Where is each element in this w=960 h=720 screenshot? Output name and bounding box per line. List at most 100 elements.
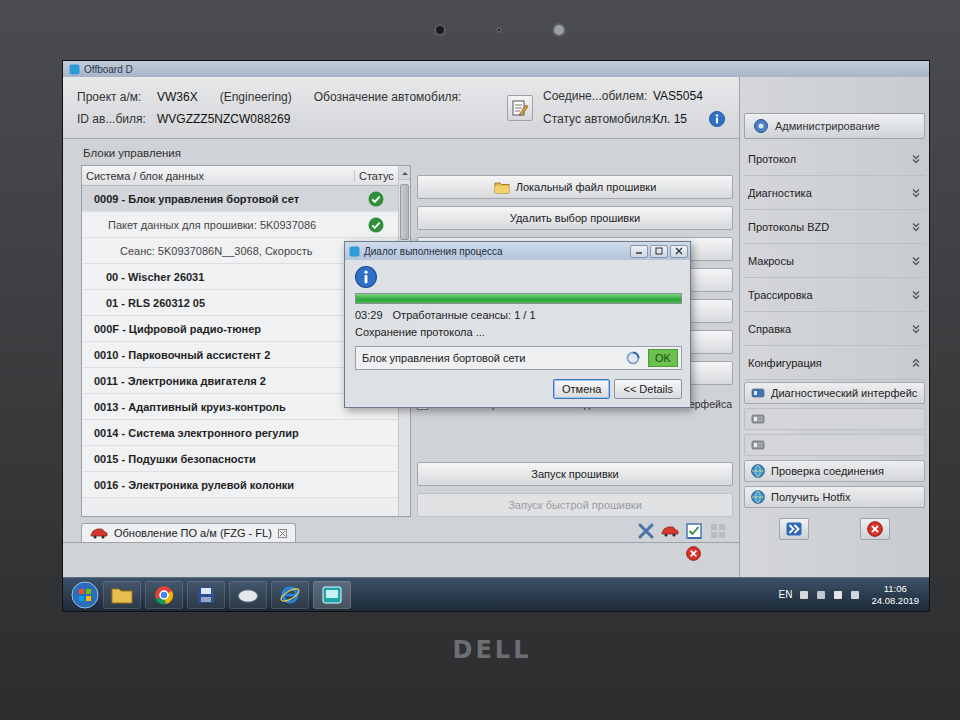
sidebar-item[interactable]: Диагностика bbox=[744, 176, 925, 210]
sidebar-item[interactable]: Справка bbox=[744, 312, 925, 346]
progress-dialog: Диалог выполнения процесса03:29Отработан… bbox=[344, 241, 691, 408]
config-button[interactable]: Проверка соединения bbox=[744, 460, 925, 482]
sidebar-item-label: Трассировка bbox=[748, 289, 813, 301]
ok-check-icon bbox=[368, 191, 384, 207]
info-icon bbox=[355, 266, 377, 288]
next-button[interactable] bbox=[779, 518, 809, 540]
minimize-button[interactable] bbox=[630, 245, 648, 258]
workspace-tab[interactable]: Обновление ПО а/м (FZG - FL) bbox=[81, 523, 296, 542]
panel-title: Блоки управления bbox=[81, 145, 411, 165]
chrome-icon bbox=[154, 585, 174, 605]
laptop-photo: Offboard D Проект а/м:VW36X(Engineering)О… bbox=[0, 0, 960, 720]
column-header[interactable]: Статус bbox=[354, 170, 398, 182]
battery-icon bbox=[833, 590, 843, 600]
launch-button[interactable]: Запуск быстрой прошивки bbox=[417, 493, 733, 517]
taskbar-app[interactable] bbox=[313, 581, 351, 609]
language-indicator[interactable]: EN bbox=[779, 589, 793, 600]
progress-status: Сохранение протокола ... bbox=[355, 326, 682, 338]
process-label: Блок управления бортовой сети bbox=[362, 352, 618, 364]
red-close-icon bbox=[686, 546, 701, 561]
admin-button[interactable]: Администрирование bbox=[744, 113, 925, 139]
busy-spinner-icon bbox=[626, 351, 640, 365]
action-button[interactable]: Локальный файл прошивки bbox=[417, 175, 733, 199]
car-icon bbox=[661, 525, 679, 537]
ok-check-icon bbox=[368, 217, 384, 233]
row-status bbox=[354, 217, 398, 233]
row-label: 01 - RLS 260312 05 bbox=[82, 297, 354, 309]
volume-icon bbox=[850, 590, 860, 600]
cancel-button[interactable] bbox=[860, 518, 890, 540]
close-button[interactable] bbox=[670, 245, 688, 258]
project-line: VW36X(Engineering)Обозначение автомобиля… bbox=[157, 90, 497, 104]
table-row[interactable]: 0014 - Система электронного регулир bbox=[82, 420, 398, 446]
spacer bbox=[417, 417, 733, 455]
sidebar-item[interactable]: Протоколы BZD bbox=[744, 210, 925, 244]
sidebar-item[interactable]: Протокол bbox=[744, 142, 925, 176]
launch-button[interactable]: Запуск прошивки bbox=[417, 462, 733, 486]
bottom-bezel: DELL bbox=[0, 612, 960, 720]
scroll-thumb[interactable] bbox=[400, 184, 409, 240]
clock-time: 11:06 bbox=[884, 583, 907, 595]
table-row[interactable]: 0016 - Электроника рулевой колонки bbox=[82, 472, 398, 498]
vehicle-status-label: Статус автомобиля: bbox=[543, 112, 653, 126]
webcam-dot bbox=[552, 23, 566, 37]
row-status bbox=[354, 191, 398, 207]
config-button[interactable]: Получить Hotfix bbox=[744, 486, 925, 508]
system-tray: EN 11:0624.08.2019 bbox=[779, 583, 923, 607]
expand-chevron-icon bbox=[911, 188, 921, 198]
clock-date: 24.08.2019 bbox=[871, 595, 919, 607]
expand-chevron-icon bbox=[911, 154, 921, 164]
sessions-count: Отработанные сеансы: 1 / 1 bbox=[393, 309, 536, 321]
table-row[interactable]: Пакет данных для прошивки: 5K0937086 bbox=[82, 212, 398, 238]
config-button[interactable]: Диагностический интерфейс bbox=[744, 382, 925, 404]
window-controls bbox=[630, 245, 688, 258]
button-label: Удалить выбор прошивки bbox=[510, 212, 640, 224]
dialog-body: 03:29Отработанные сеансы: 1 / 1Сохранени… bbox=[345, 260, 690, 407]
scroll-up-button[interactable] bbox=[399, 166, 410, 180]
maximize-button[interactable] bbox=[650, 245, 668, 258]
clock[interactable]: 11:0624.08.2019 bbox=[867, 583, 923, 607]
vehicle-id-label: ID ав...биля: bbox=[77, 112, 157, 126]
close-icon bbox=[675, 247, 683, 255]
sidebar-item[interactable]: Конфигурация bbox=[744, 346, 925, 380]
window-title: Offboard D bbox=[84, 64, 133, 75]
taskbar-app[interactable] bbox=[229, 581, 267, 609]
table-row[interactable]: 0015 - Подушки безопасности bbox=[82, 446, 398, 472]
edit-notes-icon bbox=[511, 99, 529, 117]
taskbar: EN 11:0624.08.2019 bbox=[63, 577, 929, 611]
top-bezel bbox=[0, 0, 960, 60]
taskbar-app[interactable] bbox=[187, 581, 225, 609]
config-button[interactable] bbox=[744, 434, 925, 456]
tools-icon bbox=[637, 522, 655, 540]
scroll-up-icon bbox=[401, 170, 409, 176]
button-label: Запуск быстрой прошивки bbox=[508, 499, 642, 511]
vehicle-info: Проект а/м:VW36X(Engineering)Обозначение… bbox=[77, 90, 497, 126]
forward-icon bbox=[786, 522, 802, 536]
config-label: Проверка соединения bbox=[771, 465, 884, 477]
row-label: 0013 - Адаптивный круиз-контроль bbox=[82, 401, 354, 413]
dialog-button[interactable]: Отмена bbox=[553, 379, 610, 399]
edit-vehicle-button[interactable] bbox=[507, 95, 533, 121]
sidebar-item[interactable]: Трассировка bbox=[744, 278, 925, 312]
row-label: 0014 - Система электронного регулир bbox=[82, 427, 354, 439]
globe-icon bbox=[751, 464, 765, 478]
close-tab-icon bbox=[278, 529, 287, 538]
app-icon bbox=[349, 246, 360, 257]
row-label: 0010 - Парковочный ассистент 2 bbox=[82, 349, 354, 361]
config-label: Получить Hotfix bbox=[771, 491, 851, 503]
taskbar-app[interactable] bbox=[271, 581, 309, 609]
sidebar-item-label: Диагностика bbox=[748, 187, 812, 199]
table-row[interactable]: 0009 - Блок управления бортовой сет bbox=[82, 186, 398, 212]
taskbar-app[interactable] bbox=[103, 581, 141, 609]
config-button[interactable] bbox=[744, 408, 925, 430]
dialog-button[interactable]: << Details bbox=[614, 379, 682, 399]
action-button[interactable]: Удалить выбор прошивки bbox=[417, 206, 733, 230]
taskbar-app[interactable] bbox=[145, 581, 183, 609]
sidebar-item-label: Протокол bbox=[748, 153, 796, 165]
connection-value: VAS5054 bbox=[653, 89, 725, 103]
column-header[interactable]: Система / блок данных bbox=[82, 170, 354, 182]
status-text: Сохранение протокола ... bbox=[355, 326, 485, 338]
sidebar-item-label: Справка bbox=[748, 323, 791, 335]
sidebar-item[interactable]: Макросы bbox=[744, 244, 925, 278]
cloud-app-icon bbox=[237, 587, 259, 603]
